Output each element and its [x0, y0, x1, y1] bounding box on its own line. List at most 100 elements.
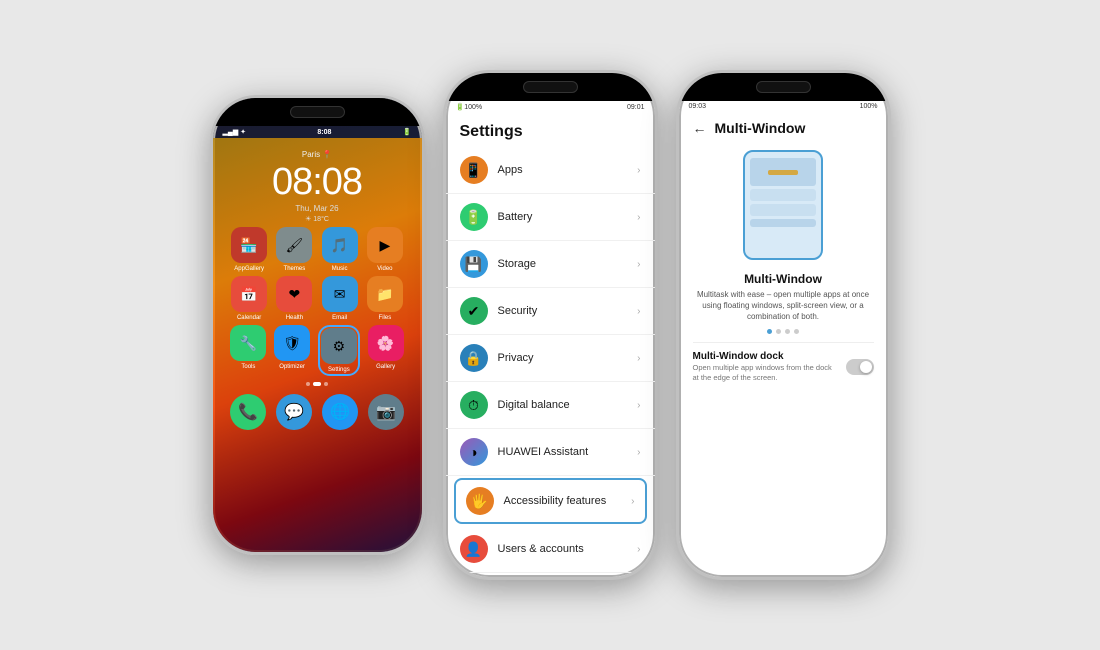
status-battery-1: 🔋 — [403, 128, 412, 136]
app-music[interactable]: 🎵 Music — [322, 227, 358, 272]
settings-item-users[interactable]: 👤 Users & accounts › — [446, 526, 655, 573]
privacy-icon: 🔒 — [460, 344, 488, 372]
mw-top-panel — [750, 158, 816, 186]
privacy-chevron: › — [637, 353, 640, 364]
dot-1 — [306, 382, 310, 386]
settings-list: 📱 Apps › 🔋 Battery › 💾 Storage › ✔ Secur… — [446, 147, 655, 577]
camera-notch-1 — [290, 106, 345, 118]
city-name: Paris — [302, 150, 320, 159]
app-label-health: Health — [286, 315, 303, 321]
app-icon-video: ▶ — [367, 227, 403, 263]
huawei-assistant-icon: ◑ — [460, 438, 488, 466]
dot-3 — [324, 382, 328, 386]
mw-indicator-dots — [693, 329, 874, 334]
app-gallery[interactable]: 🌸 Gallery — [368, 325, 404, 376]
storage-label: Storage — [498, 258, 628, 270]
back-button[interactable]: ← — [693, 120, 707, 136]
settings-item-system[interactable]: ⚙ System & updates › — [446, 573, 655, 577]
dock-camera[interactable]: 📷 — [368, 394, 404, 430]
accessibility-label: Accessibility features — [504, 495, 622, 507]
notch-bar-3 — [679, 73, 888, 101]
app-appgallery[interactable]: 🏪 AppGallery — [231, 227, 267, 272]
app-icon-optimizer: 🛡 — [274, 325, 310, 361]
app-label-optimizer: Optimizer — [279, 364, 305, 370]
settings-item-storage[interactable]: 💾 Storage › — [446, 241, 655, 288]
battery-icon: 🔋 — [460, 203, 488, 231]
mw-divider — [693, 342, 874, 343]
app-files[interactable]: 📁 Files — [367, 276, 403, 321]
digital-balance-icon: ⏱ — [460, 391, 488, 419]
mw-phone-mockup — [743, 150, 823, 260]
app-label-calendar: Calendar — [237, 315, 261, 321]
settings-item-accessibility[interactable]: 🖐 Accessibility features › — [454, 478, 647, 524]
app-video[interactable]: ▶ Video — [367, 227, 403, 272]
mw-dot-1 — [767, 329, 772, 334]
lock-weather: ☀ 18°C — [305, 215, 329, 223]
status-battery-2: 🔋100% — [456, 103, 483, 111]
settings-item-battery[interactable]: 🔋 Battery › — [446, 194, 655, 241]
status-bar-1: ▂▄▆ ✦ 8:08 🔋 — [213, 126, 422, 138]
mw-setting-label: Multi-Window dock — [693, 351, 838, 362]
huawei-assistant-label: HUAWEI Assistant — [498, 446, 628, 458]
app-icon-appgallery: 🏪 — [231, 227, 267, 263]
mw-dot-4 — [794, 329, 799, 334]
mw-mid-panel — [750, 189, 816, 201]
app-optimizer[interactable]: 🛡 Optimizer — [274, 325, 310, 376]
app-themes[interactable]: 🖌 Themes — [276, 227, 312, 272]
status-battery-3: 100% — [860, 103, 878, 110]
app-settings[interactable]: ⚙ Settings — [318, 325, 360, 376]
app-calendar[interactable]: 📅 Calendar — [231, 276, 267, 321]
apps-row-2: 📅 Calendar ❤ Health ✉ Email 📁 Files — [223, 276, 412, 321]
multiwindow-title: Multi-Window — [715, 120, 806, 136]
digital-balance-label: Digital balance — [498, 399, 628, 411]
status-bar-2: 🔋100% 09:01 — [446, 101, 655, 113]
app-label-themes: Themes — [284, 266, 306, 272]
settings-item-privacy[interactable]: 🔒 Privacy › — [446, 335, 655, 382]
dock-browser[interactable]: 🌐 — [322, 394, 358, 430]
digital-balance-chevron: › — [637, 400, 640, 411]
apps-chevron: › — [637, 165, 640, 176]
app-icon-themes: 🖌 — [276, 227, 312, 263]
mw-gold-bar — [768, 170, 798, 175]
camera-notch-2 — [523, 81, 578, 93]
dot-2-active — [313, 382, 321, 386]
camera-notch-3 — [756, 81, 811, 93]
dock-messages[interactable]: 💬 — [276, 394, 312, 430]
mw-setting-info: Multi-Window dock Open multiple app wind… — [693, 351, 838, 384]
app-email[interactable]: ✉ Email — [322, 276, 358, 321]
mw-dot-3 — [785, 329, 790, 334]
toggle-knob — [860, 361, 872, 373]
storage-chevron: › — [637, 259, 640, 270]
bottom-dock: 📞 💬 🌐 📷 — [230, 394, 404, 430]
app-icon-health: ❤ — [276, 276, 312, 312]
huawei-assistant-chevron: › — [637, 447, 640, 458]
apps-label: Apps — [498, 164, 628, 176]
app-label-video: Video — [377, 266, 392, 272]
app-icon-gallery: 🌸 — [368, 325, 404, 361]
mw-illustration — [693, 150, 874, 260]
app-icon-settings: ⚙ — [321, 328, 357, 364]
app-label-tools: Tools — [241, 364, 255, 370]
mw-bot-panel — [750, 204, 816, 216]
app-label-email: Email — [332, 315, 347, 321]
mw-feature-desc: Multitask with ease – open multiple apps… — [693, 289, 874, 323]
app-label-settings: Settings — [328, 367, 350, 373]
settings-item-huawei-assistant[interactable]: ◑ HUAWEI Assistant › — [446, 429, 655, 476]
app-icon-files: 📁 — [367, 276, 403, 312]
settings-item-security[interactable]: ✔ Security › — [446, 288, 655, 335]
mw-feature-title: Multi-Window — [693, 272, 874, 286]
dock-phone[interactable]: 📞 — [230, 394, 266, 430]
notch-bar-2 — [446, 73, 655, 101]
settings-item-digital-balance[interactable]: ⏱ Digital balance › — [446, 382, 655, 429]
app-label-gallery: Gallery — [376, 364, 395, 370]
app-health[interactable]: ❤ Health — [276, 276, 312, 321]
apps-icon: 📱 — [460, 156, 488, 184]
users-chevron: › — [637, 544, 640, 555]
accessibility-chevron: › — [631, 496, 634, 507]
settings-item-apps[interactable]: 📱 Apps › — [446, 147, 655, 194]
multiwindow-dock-toggle[interactable] — [846, 359, 874, 375]
app-tools[interactable]: 🔧 Tools — [230, 325, 266, 376]
mw-setting-row: Multi-Window dock Open multiple app wind… — [693, 351, 874, 384]
app-label-music: Music — [332, 266, 348, 272]
phone-lockscreen: ▂▄▆ ✦ 8:08 🔋 Paris 📍 08:08 Thu, Mar 26 ☀… — [210, 95, 425, 555]
